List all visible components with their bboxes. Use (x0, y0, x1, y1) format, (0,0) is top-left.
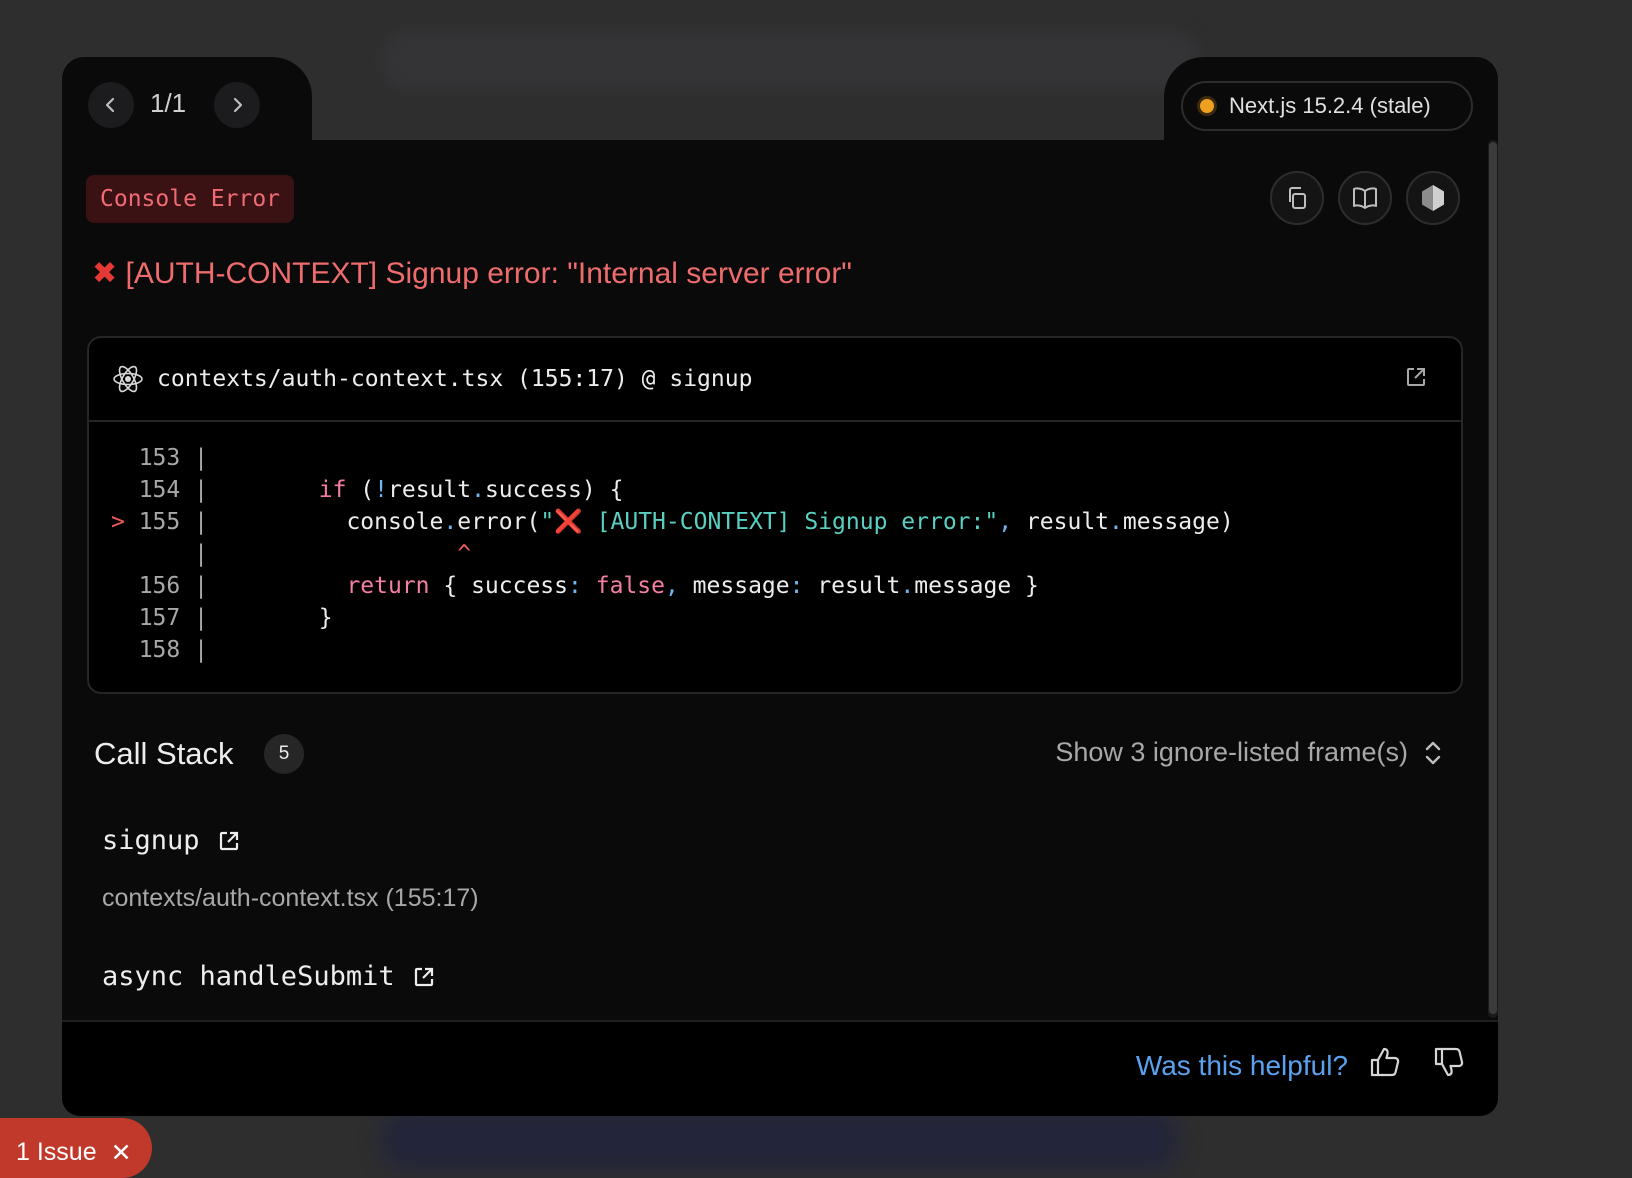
thumbs-up-button[interactable] (1368, 1045, 1402, 1084)
previous-error-button[interactable] (88, 82, 134, 128)
docs-button[interactable] (1338, 171, 1392, 225)
stale-status-dot (1197, 96, 1217, 116)
nextjs-version-badge[interactable]: Next.js 15.2.4 (stale) (1181, 81, 1473, 131)
stack-frame-signup[interactable]: signup (102, 825, 240, 856)
error-message-text: [AUTH-CONTEXT] Signup error: "Internal s… (125, 257, 852, 290)
thumbs-up-icon (1370, 1047, 1400, 1077)
close-icon[interactable]: ✕ (111, 1138, 132, 1168)
show-ignored-frames-button[interactable]: Show 3 ignore-listed frame(s) (1055, 737, 1442, 768)
book-icon (1353, 187, 1377, 209)
nodejs-inspector-button[interactable] (1406, 171, 1460, 225)
code-line-caret: | ^ (180, 541, 472, 567)
code-line-highlighted: > 155 | console.error("❌ [AUTH-CONTEXT] … (111, 509, 1234, 535)
next-error-button[interactable] (214, 82, 260, 128)
chevron-up-down-icon (1425, 741, 1441, 764)
code-frame-file: contexts/auth-context.tsx (155:17) @ sig… (157, 366, 753, 392)
chevron-left-icon (105, 97, 115, 113)
copy-icon (1289, 187, 1306, 209)
ignore-toggle-label: Show 3 ignore-listed frame(s) (1055, 737, 1408, 767)
copy-error-button[interactable] (1270, 171, 1324, 225)
stack-frame-location[interactable]: contexts/auth-context.tsx (155:17) (102, 884, 479, 913)
hexagon-icon (1422, 185, 1444, 211)
stack-frame-handle-submit[interactable]: async handleSubmit (102, 961, 435, 992)
issues-label: 1 Issue (16, 1138, 97, 1166)
code-line: 157 | } (138, 605, 333, 631)
code-frame: contexts/auth-context.tsx (155:17) @ sig… (87, 336, 1463, 694)
stack-frame-name: signup (102, 825, 200, 856)
stack-frame-name: async handleSubmit (102, 961, 395, 992)
code-line: 153 | (138, 445, 208, 471)
code-line: 156 | return { success: false, message: … (138, 573, 1039, 599)
chevron-right-icon (233, 97, 243, 113)
issues-badge[interactable]: 1 Issue ✕ (0, 1118, 152, 1178)
external-link-icon[interactable] (218, 830, 240, 852)
code-line: 154 | if (!result.success) { (138, 477, 624, 503)
call-stack-count: 5 (264, 734, 304, 774)
background-glow (380, 1110, 1180, 1170)
code-frame-header: contexts/auth-context.tsx (155:17) @ sig… (89, 338, 1461, 422)
version-label: Next.js 15.2.4 (stale) (1229, 93, 1431, 118)
react-icon (113, 365, 143, 393)
thumbs-down-icon (1434, 1047, 1464, 1077)
call-stack-title: Call Stack (94, 736, 234, 771)
thumbs-down-button[interactable] (1432, 1045, 1466, 1084)
background-toolbar (380, 30, 1200, 90)
external-link-icon (1407, 368, 1425, 386)
feedback-prompt: Was this helpful? (1135, 1050, 1348, 1081)
scrollbar-thumb[interactable] (1489, 142, 1497, 1014)
code-line: 158 | (138, 637, 208, 663)
code-snippet: 153 | 154 | if (!result.success) { > 155… (111, 442, 1234, 666)
cross-mark-icon: ✖ (92, 257, 118, 290)
open-in-editor-button[interactable] (1405, 366, 1427, 393)
error-message: ✖ [AUTH-CONTEXT] Signup error: "Internal… (92, 256, 852, 291)
error-pager: 1/1 (150, 88, 187, 118)
external-link-icon[interactable] (413, 966, 435, 988)
error-type-badge: Console Error (86, 175, 295, 223)
